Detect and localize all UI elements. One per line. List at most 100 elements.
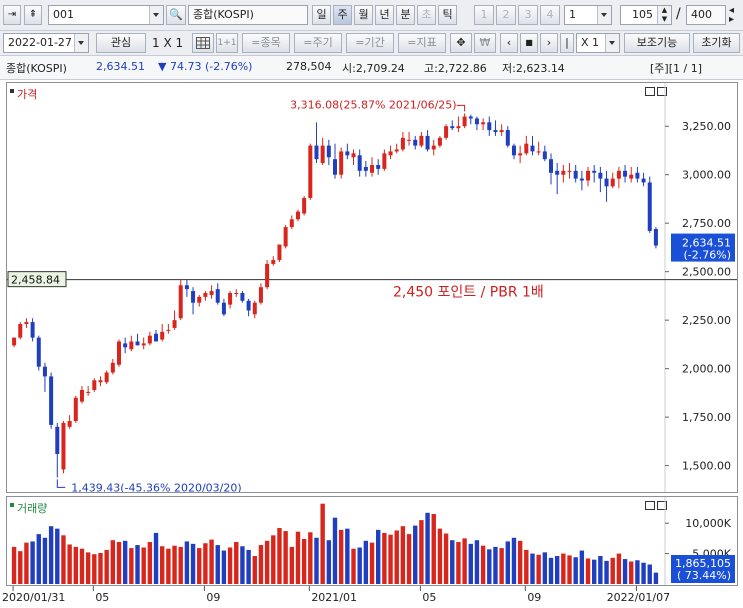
volume-bar [234, 542, 239, 584]
prev-icon[interactable]: ‹ [500, 33, 518, 53]
code-input[interactable]: 001 [48, 5, 164, 25]
candle-body [117, 341, 121, 365]
crosshair-icon[interactable]: ✥ [450, 33, 472, 53]
volume-bar [622, 559, 628, 584]
x-axis: 2020/01/31 05 09 2021/01 05 09 2022/01/07 [0, 586, 743, 605]
volume-bar [474, 540, 480, 584]
number-button[interactable]: 3 [518, 5, 538, 25]
x-tick-label: 05 [95, 591, 109, 604]
volume-bar [141, 547, 146, 584]
candle-body [123, 343, 128, 348]
item-button[interactable]: =종목 [242, 33, 290, 53]
next-icon[interactable]: › [540, 33, 558, 53]
interest-button[interactable]: 관심 [96, 33, 146, 53]
overlay-button[interactable]: 1+1 [216, 33, 238, 53]
multiplier-select[interactable]: X 1 [576, 33, 620, 53]
volume-bar [240, 546, 245, 584]
layout-label: 1 X 1 [152, 36, 184, 50]
spinner-icon[interactable]: ▲ ▼ [657, 6, 671, 24]
candle-body [561, 170, 566, 175]
candle-body [493, 130, 498, 133]
scroll-arrows-icon[interactable]: ◂ ▸ [729, 6, 734, 25]
candle-body [258, 287, 263, 303]
candle-body [67, 421, 72, 427]
period-tab[interactable]: 분 [396, 5, 415, 25]
volume-bar [295, 531, 301, 584]
volume-bar [548, 557, 554, 584]
candle-body [234, 293, 239, 294]
volume-bar [320, 503, 325, 584]
chevron-down-icon[interactable] [74, 34, 88, 52]
period-tab[interactable]: 틱 [438, 5, 457, 25]
volume-bar [480, 545, 486, 584]
candle-body [221, 302, 226, 315]
grid-icon[interactable] [192, 33, 214, 53]
period-tab[interactable]: 일 [312, 5, 331, 25]
candle-body [653, 229, 658, 246]
stop-icon[interactable]: ■ [520, 33, 538, 53]
candle-body [345, 151, 350, 156]
candle-body [302, 197, 307, 214]
reference-line-label: 2,458.84 [11, 274, 60, 287]
link-icon[interactable]: ⇥ [3, 5, 21, 25]
volume-bar [437, 528, 443, 584]
range-button[interactable]: =기간 [346, 33, 394, 53]
x-tick-label: 2022/01/07 [607, 591, 670, 604]
last-change-label: (-2.76%) [684, 249, 732, 262]
volume-bar [536, 554, 541, 584]
volume-bar [55, 528, 60, 584]
pin-icon[interactable]: ⇞ [24, 5, 42, 25]
candle-body [425, 135, 430, 150]
secondary-toolbar: 2022-01-27 관심 1 X 1 1+1 =종목 =주기 =기간 =지표 … [0, 31, 743, 56]
candle-body [265, 263, 270, 288]
volume-panel: 거래량 10,000K 5,000K 1,865,105( 73.44%) [6, 496, 738, 586]
period-tab[interactable]: 초 [417, 5, 436, 25]
price-panel: 가격 3,250.00 3,000.00 2,750.00 2,500.00 2,250… [6, 82, 738, 493]
volume-bar [11, 546, 17, 584]
volume-bar [135, 545, 140, 584]
volume-bar [308, 532, 313, 584]
volume-bar [227, 547, 233, 584]
candle-body [487, 122, 492, 131]
reset-button[interactable]: 초기화 [693, 33, 740, 53]
date-input[interactable]: 2022-01-27 [3, 33, 89, 53]
period-tab[interactable]: 월 [354, 5, 373, 25]
number-button[interactable]: 2 [496, 5, 516, 25]
volume-bar [98, 552, 103, 584]
candle-body [326, 145, 331, 158]
candle-body [505, 130, 510, 146]
volume-bar [338, 529, 344, 584]
number-button[interactable]: 1 [474, 5, 494, 25]
candle-body [36, 337, 41, 367]
volume-bar [172, 545, 177, 584]
x-tick-label: 09 [206, 591, 220, 604]
chevron-down-icon[interactable] [605, 34, 619, 52]
volume-bar [116, 542, 122, 584]
volume-bar [419, 520, 424, 584]
item-label: =종목 [251, 36, 281, 49]
candle-body [61, 422, 66, 470]
multiplier-value: X 1 [581, 36, 600, 49]
volume-bar [184, 541, 190, 584]
chevron-down-icon[interactable] [149, 6, 163, 24]
volume-bar [61, 535, 66, 584]
volume-bar [104, 549, 109, 584]
period-tab[interactable]: 년 [375, 5, 394, 25]
candle-body [370, 165, 375, 173]
play-icon[interactable]: | [560, 33, 574, 53]
indicator-button[interactable]: =지표 [398, 33, 446, 53]
low-price: 저:2,623.14 [502, 62, 565, 75]
search-icon[interactable]: 🔍 [166, 5, 186, 25]
interval-input[interactable]: 1 [564, 5, 612, 25]
candle-body [98, 380, 103, 383]
price-tick-label: 3,000.00 [682, 169, 731, 182]
chevron-down-icon[interactable] [597, 6, 611, 24]
volume-bar [456, 542, 461, 584]
aux-function-button[interactable]: 보조기능 [624, 33, 690, 53]
period-tab[interactable]: 주 [333, 5, 352, 25]
number-button[interactable]: 4 [540, 5, 560, 25]
count-input[interactable]: 105 ▲ ▼ [620, 5, 672, 25]
won-button[interactable]: ₩ [474, 33, 496, 53]
volume-bar [67, 544, 72, 584]
period-button[interactable]: =주기 [294, 33, 342, 53]
